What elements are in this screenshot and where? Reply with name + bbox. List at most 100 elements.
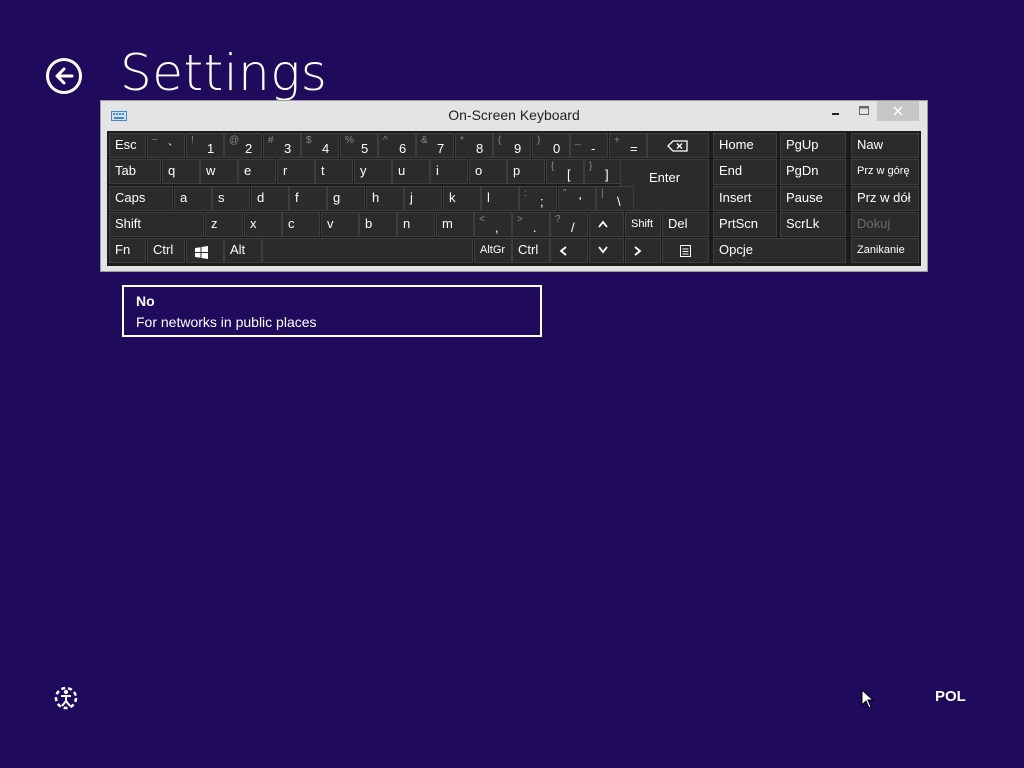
key-arrow-up[interactable]	[589, 212, 624, 237]
key-pause[interactable]: Pause	[780, 186, 846, 211]
key-end[interactable]: End	[713, 159, 777, 185]
key-dokuj[interactable]: Dokuj	[851, 212, 919, 237]
key-quote[interactable]: " '	[558, 186, 596, 211]
close-button[interactable]	[877, 101, 919, 121]
key-a[interactable]: a	[174, 186, 212, 211]
key-m[interactable]: m	[436, 212, 474, 237]
key-shift-label: }	[589, 161, 593, 172]
key-period[interactable]: >.	[512, 212, 550, 237]
network-option-no[interactable]: No For networks in public places	[122, 285, 542, 337]
key-q[interactable]: q	[162, 159, 200, 184]
key-home[interactable]: Home	[713, 133, 777, 158]
key-h[interactable]: h	[366, 186, 404, 211]
ease-of-access-button[interactable]	[52, 684, 80, 716]
key-t[interactable]: t	[315, 159, 353, 184]
key-right-bracket[interactable]: }]	[584, 159, 622, 184]
key-u[interactable]: u	[392, 159, 430, 184]
key-label: Enter	[648, 170, 681, 185]
key-esc[interactable]: Esc	[109, 133, 146, 158]
key-label: y	[360, 163, 367, 178]
key-5[interactable]: % 5	[340, 133, 378, 158]
key-arrow-down[interactable]	[589, 238, 624, 263]
key-label: s	[218, 190, 225, 205]
key-altgr[interactable]: AltGr	[474, 238, 512, 263]
key-ctrl[interactable]: Ctrl	[147, 238, 185, 263]
key-arrow-right[interactable]	[625, 238, 661, 263]
key-x[interactable]: x	[244, 212, 282, 237]
arrow-right-icon	[626, 239, 660, 262]
key-left-bracket[interactable]: {[	[546, 159, 584, 184]
key-pgup[interactable]: PgUp	[780, 133, 846, 158]
key-prz-w-g-r[interactable]: Prz w górę	[851, 159, 919, 185]
key-label: Alt	[230, 242, 246, 257]
key-v[interactable]: v	[321, 212, 359, 237]
key-0[interactable]: ) 0	[532, 133, 570, 158]
key-pgdn[interactable]: PgDn	[780, 159, 846, 185]
key-backtick[interactable]: ~ `	[147, 133, 185, 158]
key-j[interactable]: j	[404, 186, 442, 211]
arrow-down-icon	[590, 239, 623, 262]
key-menu-key[interactable]	[662, 238, 709, 263]
key-y[interactable]: y	[354, 159, 392, 184]
key-3[interactable]: #3	[263, 133, 301, 158]
key-label: Dokuj	[857, 216, 891, 231]
key-f[interactable]: f	[289, 186, 327, 211]
key-insert[interactable]: Insert	[713, 186, 777, 211]
key-shift[interactable]: Shift	[625, 212, 661, 237]
back-button[interactable]	[46, 58, 82, 94]
key-prz-w-d[interactable]: Prz w dół	[851, 186, 919, 211]
key-equals[interactable]: + =	[609, 133, 647, 158]
key-b[interactable]: b	[359, 212, 397, 237]
key-g[interactable]: g	[327, 186, 365, 211]
key-4[interactable]: $4	[301, 133, 339, 158]
key-minus[interactable]: _ -	[570, 133, 608, 158]
key-comma[interactable]: <,	[474, 212, 512, 237]
key-7[interactable]: & 7	[416, 133, 454, 158]
key-backslash[interactable]: | \	[596, 186, 634, 211]
key-8[interactable]: * 8	[455, 133, 493, 158]
key-zanikanie[interactable]: Zanikanie	[851, 238, 919, 263]
key-c[interactable]: c	[282, 212, 320, 237]
key-semicolon[interactable]: :;	[519, 186, 557, 211]
key-scrlk[interactable]: ScrLk	[780, 212, 846, 237]
key-l[interactable]: l	[481, 186, 519, 211]
maximize-button[interactable]	[851, 101, 877, 121]
key-r[interactable]: r	[277, 159, 315, 184]
osk-titlebar[interactable]: On-Screen Keyboard	[101, 101, 927, 131]
key-ctrl[interactable]: Ctrl	[512, 238, 550, 263]
key-6[interactable]: ^ 6	[378, 133, 416, 158]
key-alt[interactable]: Alt	[224, 238, 262, 263]
key-w[interactable]: w	[200, 159, 238, 184]
key-n[interactable]: n	[397, 212, 435, 237]
key-tab[interactable]: Tab	[109, 159, 161, 184]
key-9[interactable]: (9	[493, 133, 531, 158]
key-shift[interactable]: Shift	[109, 212, 204, 237]
key-prtscn[interactable]: PrtScn	[713, 212, 777, 237]
key-1[interactable]: ! 1	[186, 133, 224, 158]
key-s[interactable]: s	[212, 186, 250, 211]
key-windows-logo[interactable]	[186, 238, 224, 263]
language-indicator[interactable]: POL	[935, 688, 966, 705]
key-shift-label: #	[268, 135, 274, 146]
key-z[interactable]: z	[205, 212, 243, 237]
key-fn[interactable]: Fn	[109, 238, 146, 263]
key-del[interactable]: Del	[662, 212, 709, 237]
key-p[interactable]: p	[507, 159, 545, 184]
key-label: Naw	[857, 137, 884, 152]
key-space[interactable]	[262, 238, 473, 263]
key-i[interactable]: i	[430, 159, 468, 184]
key-e[interactable]: e	[238, 159, 276, 184]
key-k[interactable]: k	[443, 186, 481, 211]
minimize-button[interactable]	[823, 101, 849, 121]
key-slash[interactable]: ? /	[550, 212, 588, 237]
key-backspace[interactable]	[647, 133, 709, 158]
on-screen-keyboard-window[interactable]: On-Screen Keyboard Esc ~ `! 1 @2 #3 $4% 5 ^ 6 & 7 * 8…	[100, 100, 928, 272]
key-naw[interactable]: Naw	[851, 133, 919, 158]
key-opcje[interactable]: Opcje	[713, 238, 846, 263]
key-arrow-left[interactable]	[550, 238, 588, 263]
key-o[interactable]: o	[469, 159, 507, 184]
key-d[interactable]: d	[251, 186, 289, 211]
key-label: 8	[476, 141, 484, 156]
key-2[interactable]: @2	[224, 133, 262, 158]
key-caps[interactable]: Caps	[109, 186, 173, 211]
